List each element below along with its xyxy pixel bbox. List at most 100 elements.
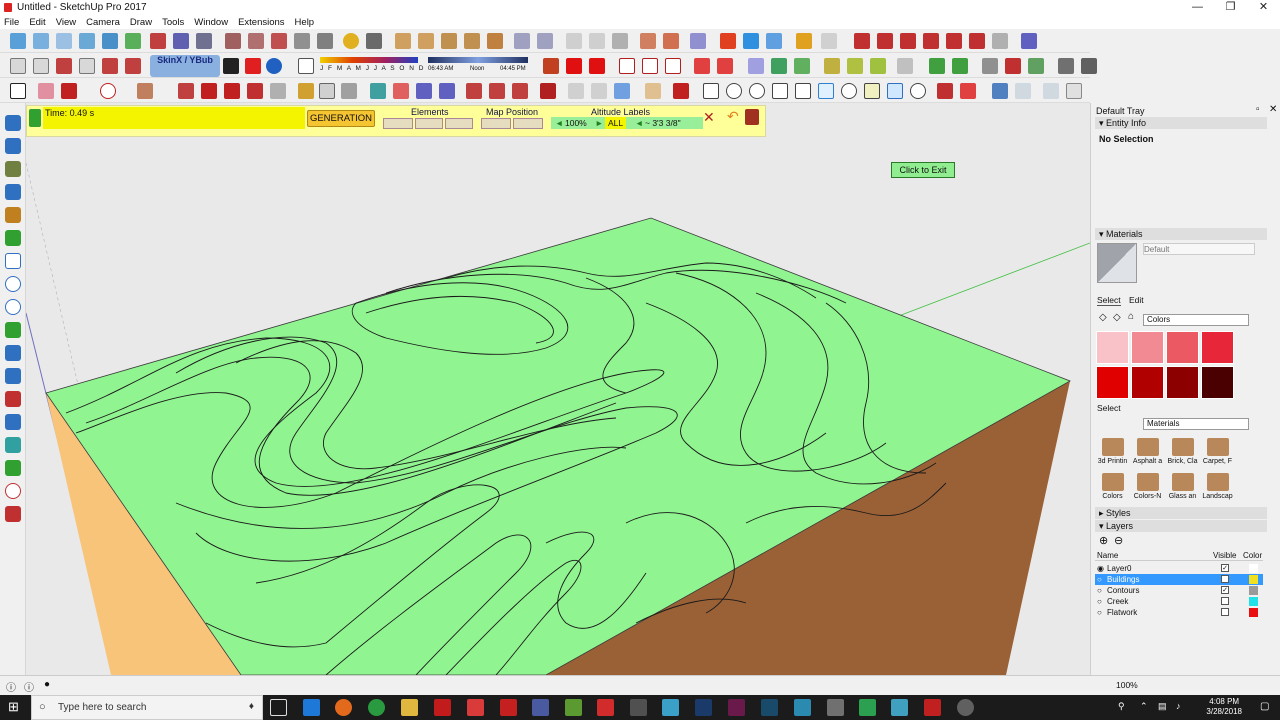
menu-tools[interactable]: Tools: [162, 17, 184, 28]
radio-icon[interactable]: ○: [1097, 574, 1102, 585]
menu-extensions[interactable]: Extensions: [238, 17, 284, 28]
curve-3-icon[interactable]: [5, 207, 21, 223]
taskbar-search[interactable]: ○ Type here to search ♦: [31, 695, 263, 720]
top-view-icon[interactable]: [33, 33, 49, 49]
delete-layer-icon[interactable]: ⊖: [1114, 534, 1123, 547]
section-plane-icon[interactable]: [150, 33, 166, 49]
material-thumbnail[interactable]: Landscap: [1201, 471, 1234, 504]
sandbox-7-icon[interactable]: [982, 58, 998, 74]
collection-select[interactable]: Colors: [1143, 314, 1249, 326]
info-icon[interactable]: ⓘ: [6, 679, 16, 694]
shape-7-icon[interactable]: [841, 83, 857, 99]
arc-tool-icon[interactable]: [100, 83, 116, 99]
curve-5-icon[interactable]: [5, 414, 21, 430]
radio-icon[interactable]: ○: [1097, 585, 1102, 596]
save-icon[interactable]: [56, 58, 72, 74]
element-option-3[interactable]: [445, 118, 473, 129]
freehand-2-icon[interactable]: [5, 138, 21, 154]
iso-view-icon[interactable]: [10, 33, 26, 49]
solid-tool-5-icon[interactable]: [946, 33, 962, 49]
color-swatch[interactable]: [1166, 331, 1199, 364]
illustrator-icon[interactable]: [761, 699, 778, 716]
arc-draw-icon[interactable]: [5, 299, 21, 315]
rotate-icon[interactable]: [224, 83, 240, 99]
layer-color-swatch[interactable]: [1249, 586, 1258, 595]
question-tool-icon[interactable]: [640, 33, 656, 49]
text-tool-icon[interactable]: [319, 83, 335, 99]
color-swatch[interactable]: [1201, 366, 1234, 399]
app-red-icon[interactable]: [500, 699, 517, 716]
fe-tool-icon[interactable]: [1021, 33, 1037, 49]
red-cube-icon[interactable]: [720, 33, 736, 49]
ruler-tool-icon[interactable]: [690, 33, 706, 49]
folder-tool-icon[interactable]: [796, 33, 812, 49]
add-layer-icon[interactable]: ⊕: [1099, 534, 1108, 547]
home-icon[interactable]: ⌂: [1128, 311, 1134, 322]
view-cube-4-icon[interactable]: [1066, 83, 1082, 99]
layer-row[interactable]: ○ Buildings: [1095, 574, 1263, 585]
drive-icon[interactable]: [859, 699, 876, 716]
plugin-tool-5-icon[interactable]: [317, 33, 333, 49]
material-name-input[interactable]: [1143, 243, 1255, 255]
geo-icon[interactable]: ⓘ: [24, 679, 34, 694]
curve-1-icon[interactable]: [5, 161, 21, 177]
new-file-icon[interactable]: [10, 58, 26, 74]
shape-11-icon[interactable]: [937, 83, 953, 99]
menu-edit[interactable]: Edit: [29, 17, 45, 28]
user-icon[interactable]: ●: [44, 679, 50, 690]
rect-draw-icon[interactable]: [5, 253, 21, 269]
scale-icon[interactable]: [247, 83, 263, 99]
material-thumbnail[interactable]: 3d Printin: [1096, 436, 1129, 469]
front-view-icon[interactable]: [56, 33, 72, 49]
menu-camera[interactable]: Camera: [86, 17, 120, 28]
play-icon[interactable]: [223, 58, 239, 74]
col-visible[interactable]: Visible: [1213, 550, 1236, 561]
shape-1-icon[interactable]: [703, 83, 719, 99]
offset-icon[interactable]: [270, 83, 286, 99]
app-aqua-icon[interactable]: [794, 699, 811, 716]
shape-4-icon[interactable]: [772, 83, 788, 99]
chrome-icon[interactable]: [368, 699, 385, 716]
layer-row[interactable]: ○ Flatwork: [1095, 607, 1263, 618]
sketchup-taskbar-icon[interactable]: [467, 699, 484, 716]
plugin-tool-2-icon[interactable]: [248, 33, 264, 49]
dimension-tool-1-icon[interactable]: [395, 33, 411, 49]
orbit-icon[interactable]: [370, 83, 386, 99]
dimension-tool-4-icon[interactable]: [464, 33, 480, 49]
zoom-left-arrow-icon[interactable]: ◄: [555, 117, 563, 129]
visible-checkbox[interactable]: [1221, 608, 1229, 616]
photoshop-icon[interactable]: [695, 699, 712, 716]
color-swatch[interactable]: [1166, 366, 1199, 399]
app-dark-icon[interactable]: [957, 699, 974, 716]
entity-info-header[interactable]: ▾ Entity Info: [1095, 117, 1267, 129]
blue-cube-icon[interactable]: [743, 33, 759, 49]
shape-9-icon[interactable]: [887, 83, 903, 99]
plugin-c-icon[interactable]: [466, 83, 482, 99]
secondary-collection-select[interactable]: Materials: [1143, 418, 1249, 430]
dimension-tool-3-icon[interactable]: [441, 33, 457, 49]
view-box-1-icon[interactable]: [619, 58, 635, 74]
shape-2-icon[interactable]: [726, 83, 742, 99]
line-tool-icon[interactable]: [61, 83, 77, 99]
shape-3-icon[interactable]: [749, 83, 765, 99]
camera-1-icon[interactable]: [1058, 58, 1074, 74]
plugin-h-icon[interactable]: [591, 83, 607, 99]
visible-checkbox[interactable]: ✓: [1221, 586, 1229, 594]
color-swatch[interactable]: [1096, 366, 1129, 399]
shape-10-icon[interactable]: [910, 83, 926, 99]
plugin-g-icon[interactable]: [568, 83, 584, 99]
dimension-tool-5-icon[interactable]: [487, 33, 503, 49]
app-grey-icon[interactable]: [827, 699, 844, 716]
edge-icon[interactable]: [303, 699, 320, 716]
model-viewport[interactable]: Time: 0.49 s GENERATION Elements Map Pos…: [26, 103, 1090, 675]
element-option-2[interactable]: [415, 118, 443, 129]
material-thumbnail[interactable]: Colors: [1096, 471, 1129, 504]
gear-red-icon[interactable]: [694, 58, 710, 74]
forward-arrow-icon[interactable]: ◇: [1113, 312, 1121, 323]
menu-file[interactable]: File: [4, 17, 19, 28]
visible-checkbox[interactable]: [1221, 597, 1229, 605]
plugin-k-icon[interactable]: [673, 83, 689, 99]
skinx-ybub-tool[interactable]: SkinX / YBub: [150, 55, 220, 77]
warehouse-icon[interactable]: [748, 58, 764, 74]
solid-tool-7-icon[interactable]: [992, 33, 1008, 49]
